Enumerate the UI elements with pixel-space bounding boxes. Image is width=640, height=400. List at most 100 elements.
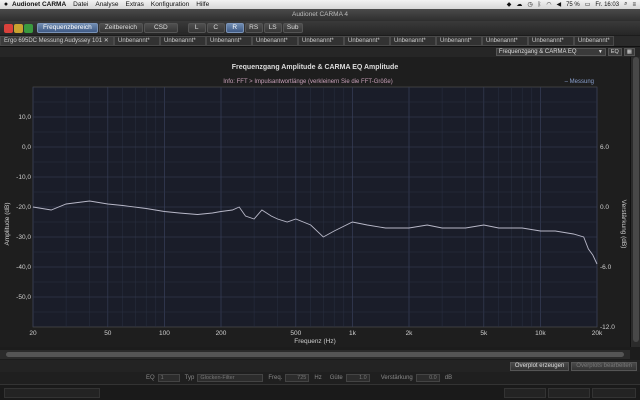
search-icon[interactable]: ⌕	[624, 1, 627, 8]
document-tab[interactable]: Unbenannt*	[298, 36, 344, 46]
document-tab-active[interactable]: Ergo 695DC Messung Audyssey 101 ✕	[0, 36, 114, 46]
document-tab[interactable]: Unbenannt*	[482, 36, 528, 46]
tab-zeitbereich[interactable]: Zeitbereich	[98, 23, 143, 33]
tab-csd[interactable]: CSD	[143, 23, 178, 33]
chevron-down-icon: ▼	[597, 49, 603, 55]
y-tick-label: 10,0	[18, 114, 31, 121]
chart-title: Frequenzgang Amplitude & CARMA EQ Amplit…	[232, 64, 399, 71]
overplot-create-button[interactable]: Overplot erzeugen	[509, 361, 570, 371]
status-bar	[0, 384, 640, 400]
x-tick-label: 2k	[406, 330, 414, 337]
x-axis-label: Frequenz (Hz)	[294, 338, 336, 345]
channel-l-button[interactable]: L	[187, 23, 206, 33]
chart-area: Frequenzgang Amplitude & CARMA EQ Amplit…	[0, 57, 640, 347]
battery-percent[interactable]: 75 %	[566, 2, 580, 8]
volume-icon[interactable]: ◀	[556, 1, 561, 8]
battery-icon[interactable]: ▭	[585, 1, 591, 8]
y2-tick-label: 0.0	[600, 204, 609, 211]
document-tab[interactable]: Unbenannt*	[574, 36, 614, 46]
gain-input[interactable]: 0.0	[415, 374, 440, 382]
zoom-window-icon[interactable]	[24, 23, 33, 33]
eq-parameters: EQ 1 Typ Glocken-Filter Freq. 725 Hz Güt…	[0, 372, 640, 384]
document-tab[interactable]: Unbenannt*	[114, 36, 160, 46]
y-tick-label: -40,0	[16, 264, 31, 271]
menu-hilfe[interactable]: Hilfe	[196, 1, 209, 8]
y2-tick-label: -12.0	[600, 324, 615, 331]
eq-index-select[interactable]: 1	[157, 374, 180, 382]
close-window-icon[interactable]	[4, 23, 13, 33]
document-tab[interactable]: Unbenannt*	[206, 36, 252, 46]
channel-rs-button[interactable]: RS	[244, 23, 263, 33]
q-label: Güte	[329, 375, 343, 381]
eq-button[interactable]: EQ	[607, 48, 622, 56]
horizontal-scrollbar[interactable]	[0, 350, 630, 359]
main-toolbar: Frequenzbereich Zeitbereich CSD L C R RS…	[0, 21, 640, 35]
dropbox-icon[interactable]: ◆	[507, 1, 512, 8]
tab-frequenzbereich[interactable]: Frequenzbereich	[37, 23, 98, 33]
y-tick-label: -30,0	[16, 234, 31, 241]
gain-unit: dB	[444, 375, 453, 381]
menu-datei[interactable]: Datei	[73, 1, 88, 8]
y-tick-label: 0,0	[22, 144, 31, 151]
filter-type-select[interactable]: Glocken-Filter	[197, 374, 264, 382]
cloud-icon[interactable]: ☁	[516, 1, 522, 8]
menu-extras[interactable]: Extras	[125, 1, 143, 8]
y2-axis-label: Verstärkung (dB)	[620, 200, 627, 249]
menubar-clock[interactable]: Fr. 16:03	[595, 2, 619, 8]
channel-sub-button[interactable]: Sub	[282, 23, 303, 33]
y-axis-label: Amplitude (dB)	[4, 203, 11, 246]
document-tab[interactable]: Unbenannt*	[160, 36, 206, 46]
freq-label: Freq.	[268, 375, 283, 381]
frequency-chart[interactable]: Frequenzgang Amplitude & CARMA EQ Amplit…	[0, 57, 630, 347]
bluetooth-icon[interactable]: ᛒ	[538, 2, 542, 8]
freq-unit: Hz	[314, 375, 322, 381]
view-select[interactable]: Frequenzgang & CARMA EQ ▼	[495, 48, 606, 56]
y-tick-label: -20,0	[16, 204, 31, 211]
document-tab[interactable]: Unbenannt*	[252, 36, 298, 46]
menu-analyse[interactable]: Analyse	[95, 1, 118, 8]
x-tick-label: 1k	[349, 330, 357, 337]
overplot-actions: Overplot erzeugen Overplots bearbeiten	[0, 360, 640, 372]
document-tab[interactable]: Unbenannt*	[528, 36, 574, 46]
status-field	[592, 388, 636, 398]
y-tick-label: -10,0	[16, 174, 31, 181]
channel-ls-button[interactable]: LS	[263, 23, 282, 33]
clock-icon[interactable]: ◷	[527, 1, 532, 8]
overplot-edit-button[interactable]: Overplots bearbeiten	[571, 361, 637, 371]
menu-konfiguration[interactable]: Konfiguration	[151, 1, 189, 8]
status-field	[548, 388, 590, 398]
eq-label: EQ	[146, 375, 155, 381]
vertical-scroll-thumb[interactable]	[633, 57, 639, 342]
x-tick-label: 200	[216, 330, 227, 337]
y2-tick-label: -6.0	[600, 264, 612, 271]
gain-label: Verstärkung	[380, 375, 413, 381]
channel-r-button[interactable]: R	[225, 23, 244, 33]
document-tab[interactable]: Unbenannt*	[390, 36, 436, 46]
q-input[interactable]: 1.0	[345, 374, 370, 382]
vertical-scrollbar[interactable]	[630, 57, 640, 347]
channel-c-button[interactable]: C	[206, 23, 225, 33]
status-progress	[4, 388, 100, 398]
freq-input[interactable]: 725	[285, 374, 310, 382]
wifi-icon[interactable]: ◠	[546, 1, 551, 8]
x-tick-label: 100	[159, 330, 170, 337]
y2-tick-label: 6.0	[600, 144, 609, 151]
minimize-window-icon[interactable]	[14, 23, 23, 33]
document-tab[interactable]: Unbenannt*	[344, 36, 390, 46]
x-tick-label: 10k	[535, 330, 546, 337]
x-tick-label: 20k	[592, 330, 603, 337]
view-select-value: Frequenzgang & CARMA EQ	[498, 49, 577, 55]
document-tab[interactable]: Unbenannt*	[436, 36, 482, 46]
system-menubar: ● Audionet CARMA Datei Analyse Extras Ko…	[0, 0, 640, 9]
apple-menu-icon[interactable]: ●	[0, 1, 12, 8]
app-menu[interactable]: Audionet CARMA	[12, 1, 66, 8]
document-tabs: Ergo 695DC Messung Audyssey 101 ✕ Unbena…	[0, 36, 640, 47]
list-icon[interactable]: ≡	[632, 2, 636, 8]
status-field	[504, 388, 546, 398]
x-tick-label: 500	[290, 330, 301, 337]
view-bar: Frequenzgang & CARMA EQ ▼ EQ ▦	[0, 47, 640, 57]
menubar-status: ◆ ☁ ◷ ᛒ ◠ ◀ 75 % ▭ Fr. 16:03 ⌕ ≡	[507, 1, 640, 8]
y-tick-label: -50,0	[16, 294, 31, 301]
horizontal-scroll-thumb[interactable]	[6, 352, 624, 357]
grid-icon[interactable]: ▦	[623, 48, 635, 56]
